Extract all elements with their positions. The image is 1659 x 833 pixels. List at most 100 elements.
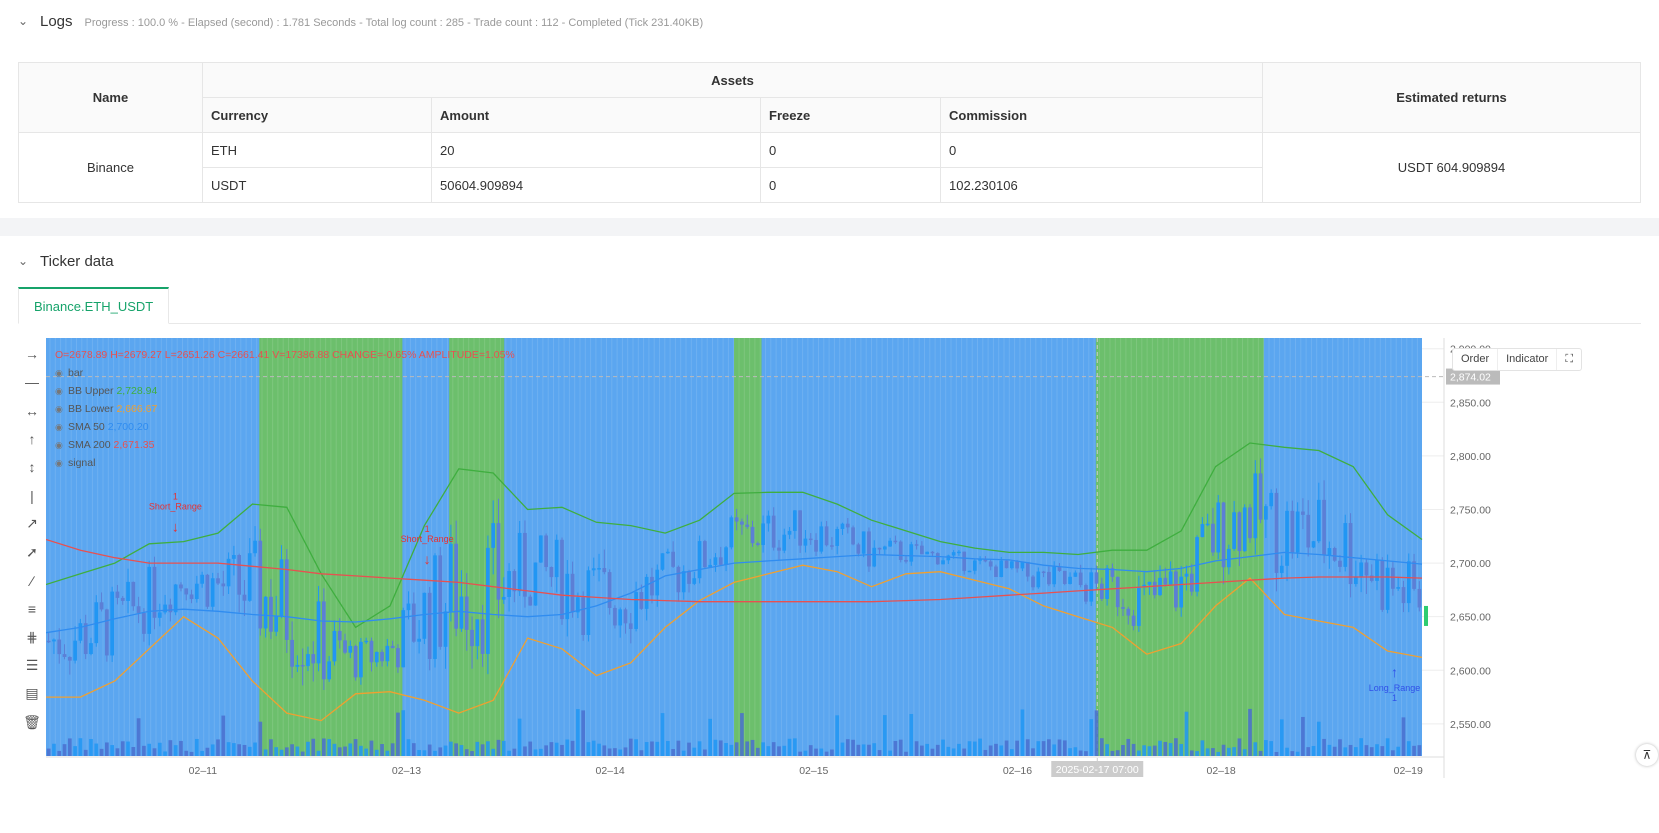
ticker-header[interactable]: ⌄ Ticker data bbox=[18, 253, 114, 270]
candle-body bbox=[433, 555, 437, 659]
eye-icon[interactable]: ◉ bbox=[55, 436, 65, 454]
straight-line-icon[interactable]: ∕ bbox=[18, 566, 46, 594]
volume-bar bbox=[808, 745, 813, 756]
candle-body bbox=[1009, 561, 1014, 569]
volume-bar bbox=[845, 739, 850, 756]
volume-bar bbox=[576, 709, 580, 756]
candle-body bbox=[602, 568, 607, 573]
volume-bar bbox=[152, 748, 157, 756]
volume-bar bbox=[1004, 740, 1009, 756]
candle-body bbox=[300, 664, 305, 667]
tab-binance-eth-usdt[interactable]: Binance.ETH_USDT bbox=[18, 287, 170, 324]
candle-body bbox=[1248, 507, 1252, 539]
price-line-icon[interactable]: ≡ bbox=[18, 595, 46, 623]
candle-body bbox=[454, 543, 459, 629]
volume-bar bbox=[126, 741, 130, 756]
volume-bar bbox=[200, 750, 204, 756]
drawing-toolbar: → — ↔ ↑ ↕ | ↗ ➚ ∕ ≡ ⋕ ☰ ▤ 🗑 bbox=[18, 340, 46, 736]
candle-body bbox=[1216, 502, 1221, 553]
volume-bar bbox=[1343, 747, 1348, 756]
volume-bar bbox=[1147, 746, 1152, 756]
volume-bar bbox=[73, 746, 77, 756]
candle-body bbox=[1295, 511, 1300, 553]
volume-bar bbox=[697, 741, 702, 756]
legend-bb-upper[interactable]: ◉ BB Upper 2,728.94 bbox=[55, 382, 515, 400]
volume-bar bbox=[734, 742, 739, 756]
eye-icon[interactable]: ◉ bbox=[55, 364, 65, 382]
volume-bar bbox=[597, 743, 601, 756]
fibonacci-icon[interactable]: ☰ bbox=[18, 651, 46, 679]
volume-bar bbox=[480, 744, 485, 756]
candle-body bbox=[491, 523, 496, 548]
candle-body bbox=[1020, 562, 1025, 569]
indicator-button[interactable]: Indicator bbox=[1498, 349, 1558, 370]
candle-body bbox=[1126, 608, 1131, 616]
legend-bb-lower[interactable]: ◉ BB Lower 2,666.67 bbox=[55, 400, 515, 418]
volume-bar bbox=[396, 712, 400, 756]
candle-body bbox=[337, 630, 342, 641]
volume-bar bbox=[337, 747, 342, 756]
candle-body bbox=[189, 594, 194, 600]
candle-body bbox=[628, 623, 633, 629]
chevron-down-icon[interactable]: ⌄ bbox=[18, 254, 32, 268]
legend-value: 2,728.94 bbox=[116, 385, 158, 397]
eye-icon[interactable]: ◉ bbox=[55, 418, 65, 436]
trend-ray-icon[interactable]: ↗ bbox=[18, 510, 46, 538]
candle-body bbox=[501, 596, 506, 600]
legend-sma200[interactable]: ◉ SMA 200 2,671.35 bbox=[55, 436, 515, 454]
horizontal-ray-icon[interactable]: → bbox=[18, 340, 46, 368]
candle-body bbox=[1279, 565, 1284, 573]
legend-label: SMA 50 bbox=[68, 421, 105, 433]
fullscreen-icon[interactable]: ⛶ bbox=[1557, 349, 1581, 370]
volume-bar bbox=[1216, 751, 1221, 756]
candle-body bbox=[904, 559, 908, 562]
candle-body bbox=[1174, 571, 1178, 608]
horizontal-line-icon[interactable]: — bbox=[18, 368, 46, 396]
volume-bar bbox=[1025, 739, 1030, 756]
x-tick-label: 02–18 bbox=[1207, 765, 1236, 777]
vertical-ray-icon[interactable]: ↑ bbox=[18, 425, 46, 453]
eye-icon[interactable]: ◉ bbox=[55, 454, 65, 472]
volume-bar bbox=[306, 741, 310, 756]
logs-header[interactable]: ⌄ Logs Progress : 100.0 % - Elapsed (sec… bbox=[18, 13, 703, 30]
candle-body bbox=[163, 604, 167, 613]
volume-bar bbox=[549, 742, 554, 756]
volume-bar bbox=[316, 750, 321, 756]
volume-bar bbox=[1380, 746, 1385, 756]
measure-icon[interactable]: ▤ bbox=[18, 680, 46, 708]
candle-body bbox=[835, 528, 840, 546]
chevron-down-icon[interactable]: ⌄ bbox=[18, 14, 32, 28]
legend-bar[interactable]: ◉ bar bbox=[55, 364, 515, 382]
col-estimated-returns: Estimated returns bbox=[1262, 62, 1641, 133]
parallel-channel-icon[interactable]: ⋕ bbox=[18, 623, 46, 651]
legend-signal[interactable]: ◉ signal bbox=[55, 454, 515, 472]
scroll-top-icon[interactable]: ⊼ bbox=[1636, 744, 1658, 766]
horizontal-segment-icon[interactable]: ↔ bbox=[18, 397, 46, 425]
legend-sma50[interactable]: ◉ SMA 50 2,700.20 bbox=[55, 418, 515, 436]
candle-body bbox=[1232, 512, 1236, 549]
volume-bar bbox=[163, 751, 167, 756]
candle-body bbox=[1179, 576, 1184, 608]
volume-bar bbox=[1089, 719, 1094, 756]
vertical-segment-icon[interactable]: ↕ bbox=[18, 453, 46, 481]
vertical-line-icon[interactable]: | bbox=[18, 481, 46, 509]
candle-body bbox=[861, 531, 866, 554]
volume-bar bbox=[644, 742, 649, 756]
eye-icon[interactable]: ◉ bbox=[55, 382, 65, 400]
trash-icon[interactable]: 🗑 bbox=[18, 708, 46, 736]
chart-buttons: Order Indicator ⛶ bbox=[1452, 348, 1583, 371]
volume-bar bbox=[189, 751, 194, 756]
volume-bar bbox=[882, 715, 887, 756]
candle-body bbox=[1316, 499, 1321, 542]
cell-freeze: 0 bbox=[760, 167, 941, 203]
candle-body bbox=[729, 517, 734, 548]
volume-bar bbox=[830, 749, 834, 756]
volume-bar bbox=[1232, 747, 1236, 756]
order-button[interactable]: Order bbox=[1453, 349, 1499, 370]
trend-segment-icon[interactable]: ➚ bbox=[18, 538, 46, 566]
eye-icon[interactable]: ◉ bbox=[55, 400, 65, 418]
candle-body bbox=[920, 545, 924, 555]
current-price-label: 2,874.02 bbox=[1450, 372, 1491, 384]
volume-bar bbox=[232, 743, 236, 756]
candle-body bbox=[549, 567, 554, 578]
